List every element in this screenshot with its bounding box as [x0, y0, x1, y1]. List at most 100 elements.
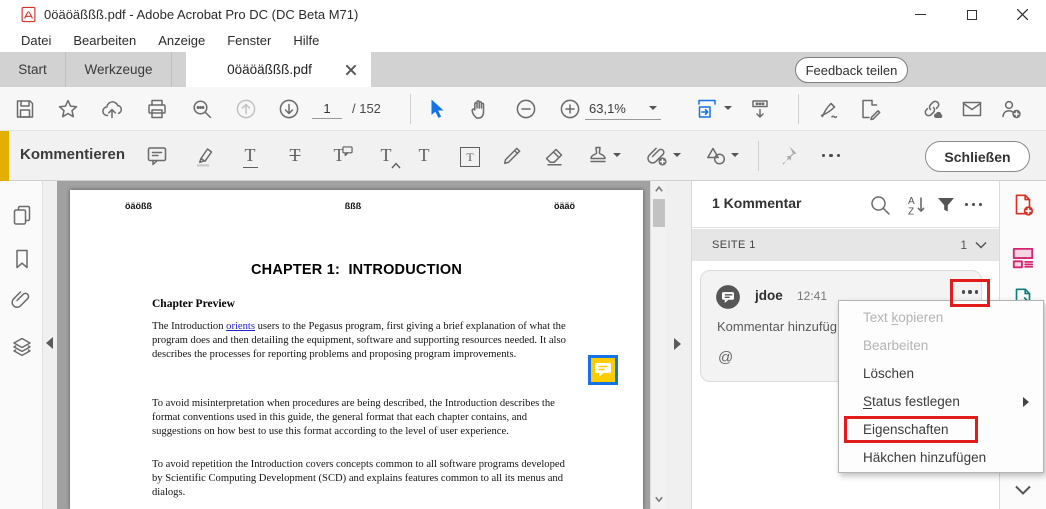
page-number-input[interactable] — [312, 98, 342, 119]
svg-text:Z: Z — [908, 207, 914, 218]
attachments-icon[interactable] — [10, 289, 34, 313]
layers-icon[interactable] — [10, 335, 34, 359]
bookmarks-icon[interactable] — [10, 247, 34, 271]
collapse-tools-strip-icon[interactable] — [1014, 484, 1032, 496]
cloud-upload-icon[interactable] — [100, 97, 124, 121]
zoom-in-icon[interactable] — [558, 97, 582, 121]
tab-werkzeuge[interactable]: Werkzeuge — [66, 52, 172, 87]
menu-hilfe[interactable]: Hilfe — [282, 30, 330, 51]
pdf-page[interactable]: öäößß ßßß öääö CHAPTER 1: INTRODUCTION C… — [70, 190, 643, 509]
menu-datei[interactable]: Datei — [10, 30, 62, 51]
comment-annotation[interactable] — [588, 355, 618, 385]
acrobat-window: 0öäöäßßß.pdf - Adobe Acrobat Pro DC (DC … — [0, 0, 1046, 509]
strikethrough-text-icon[interactable]: T — [283, 143, 307, 169]
tab-document-label: 0öäöäßßß.pdf — [227, 62, 312, 77]
comments-options-icon[interactable] — [965, 203, 982, 206]
previous-page-icon[interactable] — [234, 97, 258, 121]
search-comments-icon[interactable] — [868, 193, 892, 217]
fit-width-caret-icon[interactable] — [724, 106, 732, 110]
add-text-comment-icon[interactable]: T — [412, 143, 436, 169]
menu-fenster[interactable]: Fenster — [216, 30, 282, 51]
stamp-icon[interactable] — [586, 144, 610, 168]
document-area: öäößß ßßß öääö CHAPTER 1: INTRODUCTION C… — [57, 181, 650, 509]
orients-link[interactable]: orients — [226, 321, 255, 332]
underline-text-icon[interactable]: T — [238, 143, 262, 169]
eraser-icon[interactable] — [542, 144, 566, 168]
filter-comments-icon[interactable] — [934, 193, 958, 217]
menu-item-loeschen[interactable]: Löschen — [839, 360, 1043, 388]
menu-item-eigenschaften[interactable]: Eigenschaften — [839, 416, 1043, 444]
pin-icon[interactable] — [775, 144, 799, 168]
mention-icon[interactable]: @ — [718, 349, 733, 366]
fit-width-icon[interactable] — [695, 97, 719, 121]
menu-bearbeiten[interactable]: Bearbeiten — [62, 30, 147, 51]
replace-text-icon[interactable]: T — [327, 143, 351, 169]
left-navigation-rail — [0, 181, 43, 509]
page-section-count: 1 — [960, 238, 967, 252]
page-thumbnails-icon[interactable] — [10, 203, 34, 227]
email-icon[interactable] — [960, 97, 984, 121]
text-box-icon[interactable]: T — [458, 143, 482, 169]
maximize-button[interactable] — [950, 0, 994, 29]
page-display-icon[interactable] — [748, 97, 772, 121]
stamp-caret-icon[interactable] — [613, 153, 621, 157]
hand-tool-icon[interactable] — [468, 97, 492, 121]
zoom-level-value: 63,1% — [589, 101, 626, 116]
close-comment-mode-button[interactable]: Schließen — [925, 141, 1030, 172]
next-page-icon[interactable] — [277, 97, 301, 121]
menu-item-text-kopieren[interactable]: Text kopieren — [839, 304, 1043, 332]
minimize-button[interactable] — [898, 0, 942, 29]
svg-text:A: A — [908, 196, 915, 207]
expand-right-panel-icon[interactable] — [674, 338, 681, 350]
share-link-icon[interactable] — [920, 97, 944, 121]
sign-pen-icon[interactable] — [818, 97, 842, 121]
tab-close-icon[interactable] — [344, 63, 358, 77]
sort-az-icon[interactable]: AZ — [904, 193, 928, 217]
select-tool-icon[interactable] — [425, 97, 449, 121]
highlighter-icon[interactable] — [191, 144, 215, 168]
print-icon[interactable] — [145, 97, 169, 121]
organize-pages-icon[interactable] — [1010, 244, 1036, 270]
toolbar-separator — [798, 94, 799, 124]
section-collapse-icon[interactable] — [975, 241, 987, 249]
sticky-note-icon[interactable] — [145, 144, 169, 168]
save-icon[interactable] — [13, 97, 37, 121]
comment-body-text[interactable]: Kommentar hinzufüg — [717, 319, 837, 334]
page-section-header[interactable]: SEITE 1 1 — [692, 229, 999, 261]
window-title: 0öäöäßßß.pdf - Adobe Acrobat Pro DC (DC … — [44, 7, 358, 22]
feedback-button[interactable]: Feedback teilen — [795, 57, 908, 83]
menu-anzeige[interactable]: Anzeige — [147, 30, 216, 51]
scroll-down-icon[interactable] — [655, 496, 663, 504]
zoom-level-dropdown[interactable]: 63,1% — [585, 97, 661, 120]
zoom-out-icon[interactable] — [514, 97, 538, 121]
more-tools-icon[interactable] — [822, 154, 840, 157]
insert-text-icon[interactable]: T — [374, 143, 398, 169]
page-section-label: SEITE 1 — [712, 239, 756, 251]
create-pdf-icon[interactable] — [1010, 192, 1036, 218]
submenu-arrow-icon — [1023, 397, 1029, 407]
attach-caret-icon[interactable] — [673, 153, 681, 157]
paragraph-1: The Introduction orients users to the Pe… — [152, 320, 568, 362]
menu-item-status-festlegen[interactable]: Status festlegen — [839, 388, 1043, 416]
menu-item-haekchen-hinzufuegen[interactable]: Häkchen hinzufügen — [839, 444, 1043, 472]
pencil-draw-icon[interactable] — [500, 144, 524, 168]
comment-options-icon[interactable] — [957, 285, 983, 299]
attach-file-icon[interactable] — [645, 144, 669, 168]
right-panel-gutter — [666, 181, 692, 509]
acrobat-logo-icon — [20, 6, 37, 23]
shapes-caret-icon[interactable] — [731, 153, 739, 157]
scroll-up-icon[interactable] — [655, 186, 663, 194]
commenter-avatar-icon — [715, 284, 741, 310]
shapes-icon[interactable] — [704, 144, 728, 168]
fill-sign-icon[interactable] — [858, 97, 882, 121]
send-for-review-icon[interactable] — [999, 97, 1023, 121]
document-scrollbar[interactable] — [650, 181, 666, 509]
page-running-header: öäößß ßßß öääö — [70, 201, 643, 211]
menu-item-bearbeiten[interactable]: Bearbeiten — [839, 332, 1043, 360]
search-tools-icon[interactable] — [190, 97, 214, 121]
close-window-button[interactable] — [1000, 0, 1044, 29]
tab-start[interactable]: Start — [0, 52, 66, 87]
collapse-left-panel-icon[interactable] — [46, 337, 53, 349]
star-icon[interactable] — [56, 97, 80, 121]
scrollbar-thumb[interactable] — [653, 199, 665, 227]
